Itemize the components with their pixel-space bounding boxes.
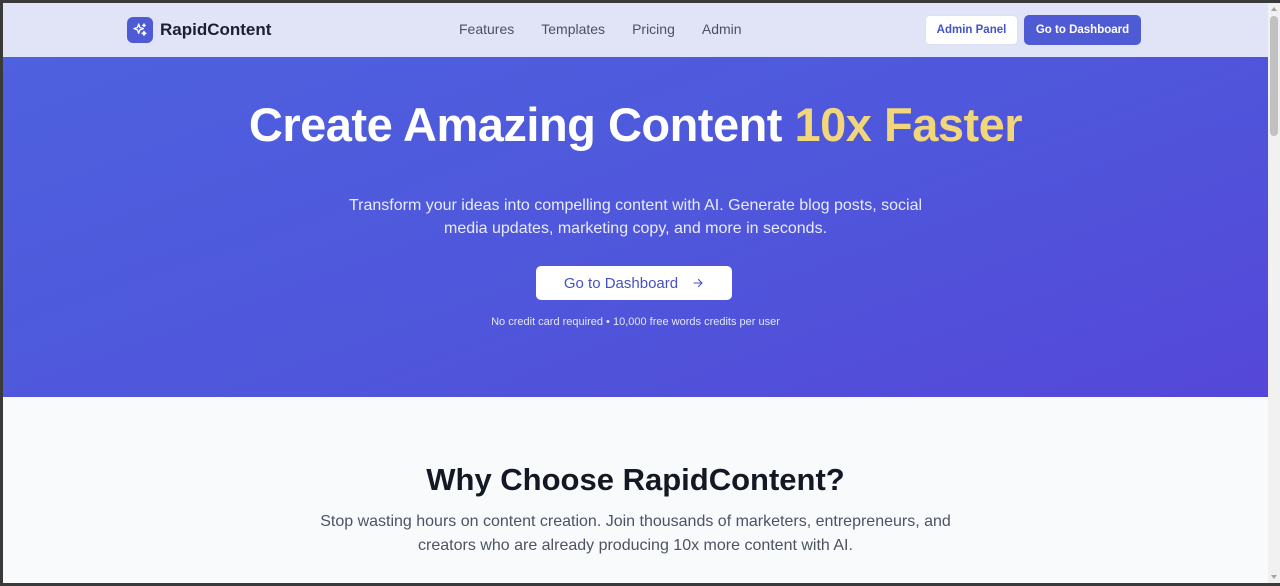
nav-dashboard-button[interactable]: Go to Dashboard: [1024, 15, 1141, 45]
nav-link-features[interactable]: Features: [459, 21, 514, 37]
arrow-right-icon: [692, 277, 704, 289]
hero-title: Create Amazing Content 10x Faster: [3, 97, 1268, 152]
nav-links: Features Templates Pricing Admin: [459, 21, 769, 37]
admin-panel-button[interactable]: Admin Panel: [925, 15, 1018, 45]
hero-cta-label: Go to Dashboard: [563, 274, 679, 292]
browser-viewport: RapidContent Features Templates Pricing …: [3, 3, 1268, 583]
nav-link-admin[interactable]: Admin: [702, 21, 742, 37]
sparkles-icon: [127, 17, 153, 43]
hero-subtitle: Transform your ideas into compelling con…: [348, 197, 923, 237]
scroll-down-icon[interactable]: [1271, 575, 1277, 579]
scroll-up-icon[interactable]: [1271, 7, 1277, 11]
navbar: RapidContent Features Templates Pricing …: [3, 3, 1268, 57]
hero-title-accent: 10x Faster: [794, 98, 1023, 151]
why-subtitle: Stop wasting hours on content creation. …: [320, 513, 951, 554]
hero-section: Create Amazing Content 10x Faster Transf…: [3, 57, 1268, 397]
brand-name: RapidContent: [160, 20, 272, 39]
nav-link-templates[interactable]: Templates: [541, 21, 605, 37]
why-title: Why Choose RapidContent?: [426, 462, 845, 497]
nav-link-pricing[interactable]: Pricing: [632, 21, 675, 37]
hero-note: No credit card required • 10,000 free wo…: [491, 316, 780, 328]
scrollbar-thumb[interactable]: [1270, 16, 1278, 136]
page-scrollbar[interactable]: [1268, 3, 1280, 583]
brand[interactable]: RapidContent: [127, 17, 271, 43]
hero-title-main: Create Amazing Content: [248, 98, 795, 151]
hero-dashboard-button[interactable]: Go to Dashboard: [536, 266, 732, 300]
